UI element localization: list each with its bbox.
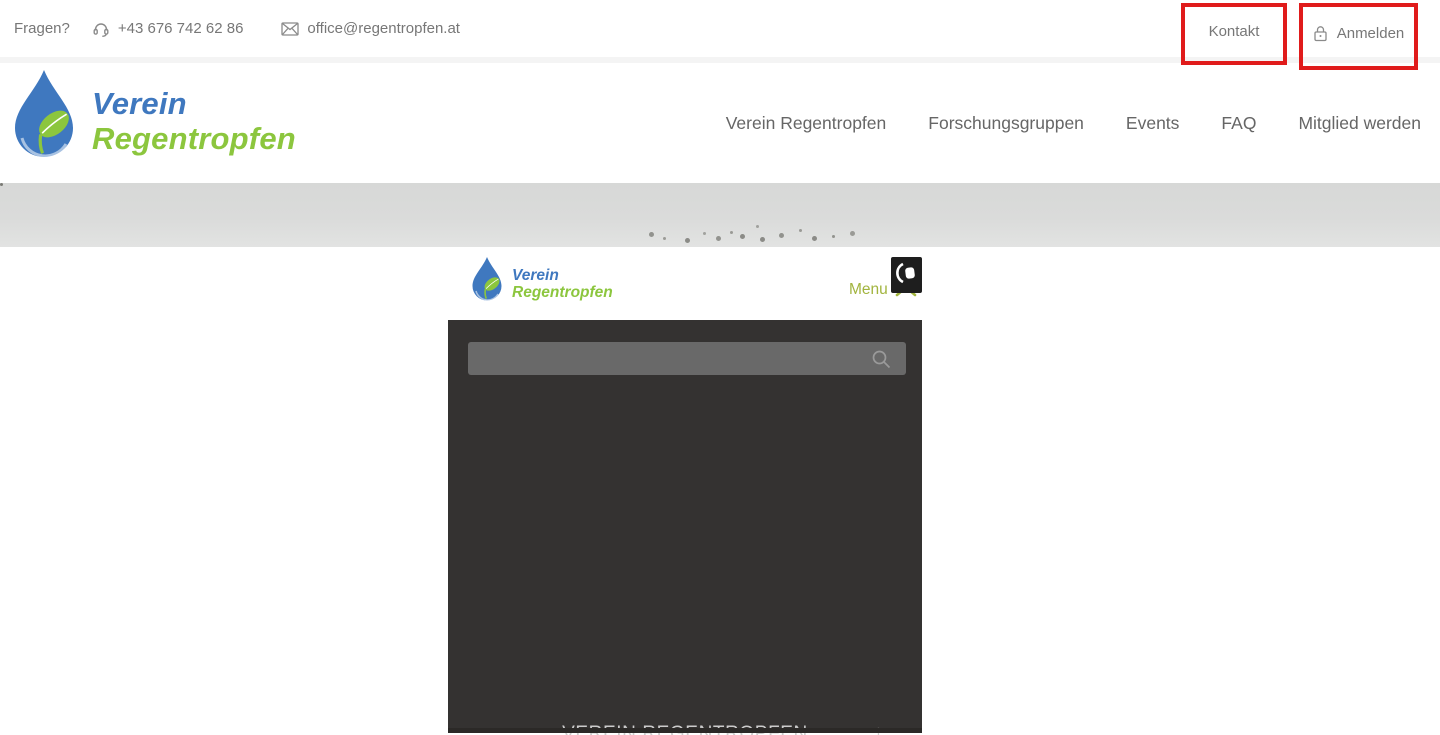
raindrop-logo-icon xyxy=(10,68,78,173)
phone-badge-icon xyxy=(896,261,917,290)
hero-banner xyxy=(0,183,1440,247)
phone-link[interactable]: +43 676 742 62 86 xyxy=(118,20,244,37)
email-link[interactable]: office@regentropfen.at xyxy=(307,20,460,37)
nav-item-events[interactable]: Events xyxy=(1126,113,1180,134)
nav-item-verein-regentropfen[interactable]: Verein Regentropfen xyxy=(726,113,887,134)
nav-item-faq[interactable]: FAQ xyxy=(1221,113,1256,134)
logo-line2: Regentropfen xyxy=(92,121,296,156)
panel-bottom-edge xyxy=(448,728,922,733)
mobile-raindrop-logo-icon xyxy=(470,256,504,311)
topbar-contact-info: Fragen? +43 676 742 62 86 xyxy=(14,0,460,57)
site-logo-text: Verein Regentropfen xyxy=(92,86,296,156)
mobile-logo-text: Verein Regentropfen xyxy=(512,267,613,301)
search-bar xyxy=(468,342,906,375)
annotation-box-kontakt: Kontakt xyxy=(1181,3,1287,65)
main-nav: Verein Regentropfen Forschungsgruppen Ev… xyxy=(726,63,1421,183)
topbar: Fragen? +43 676 742 62 86 xyxy=(0,0,1440,57)
mobile-logo-line2: Regentropfen xyxy=(512,284,613,301)
email-icon xyxy=(281,22,299,36)
logo-line1: Verein xyxy=(92,86,296,121)
kontakt-link[interactable]: Kontakt xyxy=(1209,23,1260,40)
lock-icon xyxy=(1313,25,1328,42)
main-header: Verein Regentropfen Verein Regentropfen … xyxy=(0,63,1440,183)
mobile-site-logo[interactable]: Verein Regentropfen xyxy=(470,256,613,311)
site-logo[interactable]: Verein Regentropfen xyxy=(10,68,296,173)
questions-label: Fragen? xyxy=(14,20,70,37)
nav-item-mitglied-werden[interactable]: Mitglied werden xyxy=(1298,113,1421,134)
mobile-logo-line1: Verein xyxy=(512,267,613,284)
banner-photo-speckles xyxy=(0,183,3,186)
search-icon[interactable] xyxy=(870,348,892,375)
page: Fragen? +43 676 742 62 86 xyxy=(0,0,1440,735)
anmelden-link[interactable]: Anmelden xyxy=(1337,25,1405,42)
headset-icon xyxy=(92,20,110,38)
mobile-menu-panel: VEREIN REGENTROPFEN + FORSCHUNGSGRUPPEN … xyxy=(448,320,922,733)
search-input[interactable] xyxy=(468,342,906,375)
nav-item-forschungsgruppen[interactable]: Forschungsgruppen xyxy=(928,113,1084,134)
annotation-box-anmelden: Anmelden xyxy=(1299,3,1418,70)
phone-contact-badge[interactable] xyxy=(891,257,922,293)
mobile-menu-label: Menu xyxy=(849,281,888,299)
